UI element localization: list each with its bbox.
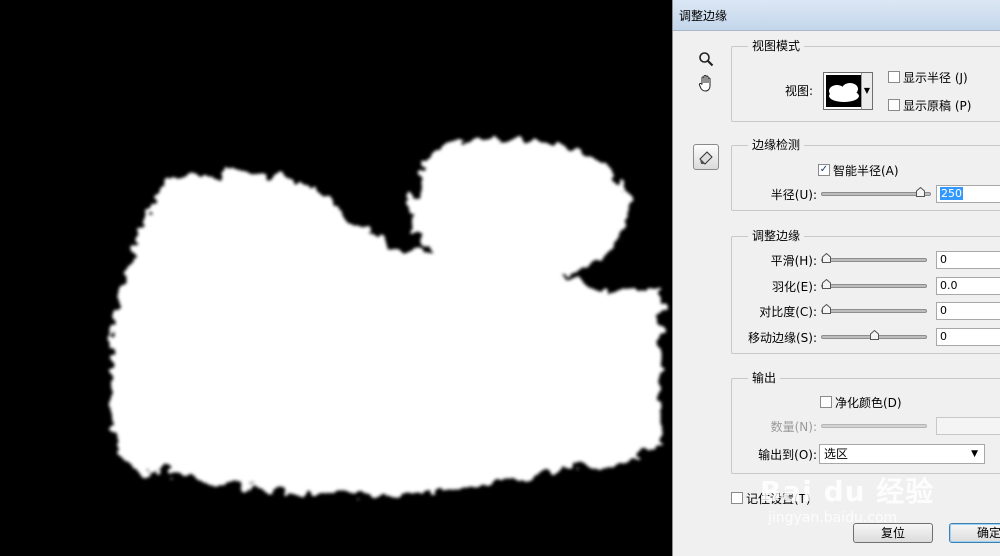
radius-slider[interactable] (821, 187, 931, 197)
show-radius-label: 显示半径 (J) (903, 71, 968, 85)
output-to-value: 选区 (824, 447, 849, 461)
feather-label: 羽化(E): (772, 280, 817, 294)
shift-edge-label: 移动边缘(S): (747, 331, 817, 345)
output-to-select[interactable]: 选区 ▼ (819, 444, 985, 464)
shift-edge-input[interactable]: 0 (936, 328, 1000, 346)
feather-input[interactable]: 0.0 (936, 277, 1000, 295)
magnifier-icon[interactable] (693, 46, 719, 72)
output-to-label: 输出到(O): (758, 448, 817, 462)
amount-input[interactable] (936, 417, 1000, 435)
fluffy-mask-shape (110, 140, 660, 495)
smart-radius-checkbox[interactable]: ✓ (818, 164, 830, 176)
contrast-slider[interactable] (821, 304, 927, 314)
view-mode-title: 视图模式 (748, 38, 805, 54)
show-original-label: 显示原稿 (P) (903, 99, 972, 113)
view-label: 视图: (785, 84, 814, 98)
decontaminate-checkbox[interactable] (820, 396, 832, 408)
decontaminate-label: 净化颜色(D) (835, 396, 902, 410)
contrast-input[interactable]: 0 (936, 302, 1000, 320)
hand-icon[interactable] (693, 70, 719, 96)
radius-label: 半径(U): (770, 188, 817, 202)
smooth-slider[interactable] (821, 253, 927, 263)
show-radius-checkbox[interactable] (888, 71, 900, 83)
mask-canvas[interactable] (0, 0, 672, 556)
watermark-logo: Bai du 经验 (760, 475, 935, 508)
amount-label: 数量(N): (770, 420, 817, 434)
dialog-title: 调整边缘 (679, 9, 728, 23)
chevron-down-icon: ▼ (971, 449, 978, 459)
adjust-edge-title: 调整边缘 (748, 228, 805, 244)
chevron-down-icon: ▼ (861, 73, 872, 109)
contrast-label: 对比度(C): (759, 305, 817, 319)
refine-radius-brush-icon[interactable] (693, 144, 719, 170)
amount-slider[interactable] (821, 424, 927, 428)
shift-edge-slider[interactable] (821, 330, 927, 340)
radius-slider-thumb[interactable] (916, 187, 926, 197)
watermark-url: jingyan.baidu.com (768, 510, 898, 526)
smart-radius-label: 智能半径(A) (833, 164, 899, 178)
radius-value: 250 (940, 187, 963, 200)
dialog-titlebar[interactable]: 调整边缘 (673, 0, 1000, 31)
view-thumbnail (826, 75, 862, 107)
smooth-slider-thumb[interactable] (822, 253, 831, 263)
show-original-checkbox[interactable] (888, 99, 900, 111)
shift-edge-slider-thumb[interactable] (869, 330, 879, 340)
ok-button[interactable]: 确定 (949, 523, 1000, 543)
feather-slider[interactable] (821, 279, 927, 289)
smooth-label: 平滑(H): (770, 254, 817, 268)
contrast-slider-thumb[interactable] (822, 304, 831, 314)
feather-slider-thumb[interactable] (822, 279, 831, 289)
output-title: 输出 (748, 370, 781, 386)
radius-input[interactable]: 250 (936, 185, 1000, 203)
edge-detection-title: 边缘检测 (748, 137, 805, 153)
remember-checkbox[interactable] (731, 492, 743, 504)
reset-button[interactable]: 复位 (853, 523, 933, 543)
view-preview-dropdown[interactable]: ▼ (823, 72, 873, 110)
smooth-input[interactable]: 0 (936, 251, 1000, 269)
